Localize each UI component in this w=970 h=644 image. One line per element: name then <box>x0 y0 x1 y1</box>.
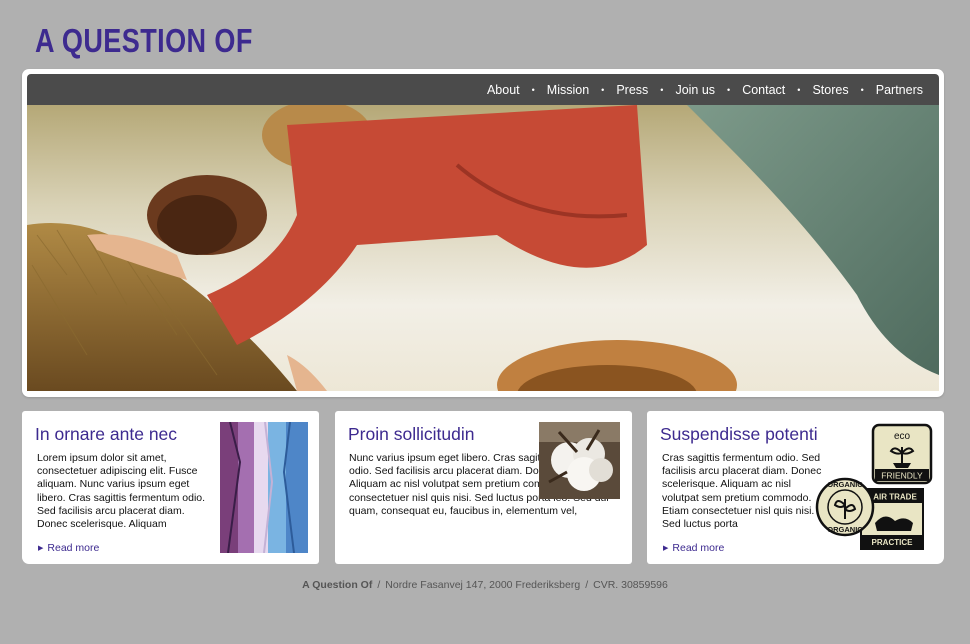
read-more-link[interactable]: ▶ Read more <box>663 542 724 554</box>
cotton-thumbnail <box>539 422 620 499</box>
top-navigation: About • Mission • Press • Join us • Cont… <box>27 74 939 105</box>
footer-separator: / <box>585 579 589 591</box>
certification-badges: eco FRIENDLY AIR TRADE PRACTICE ORGANIC … <box>815 423 933 551</box>
content-card-2: Proin sollicitudin Nunc varius ipsum ege… <box>335 411 632 564</box>
svg-text:ORGANIC: ORGANIC <box>827 480 863 489</box>
read-more-label: Read more <box>47 542 100 554</box>
svg-text:PRACTICE: PRACTICE <box>872 538 914 547</box>
card-body: Lorem ipsum dolor sit amet, consectetuer… <box>37 452 206 531</box>
nav-join-us[interactable]: Join us <box>675 83 715 97</box>
page-footer: A Question Of / Nordre Fasanvej 147, 2000 … <box>0 579 970 591</box>
clothing-thumbnail <box>220 422 308 553</box>
nav-separator: • <box>860 84 864 95</box>
content-card-1: In ornare ante nec Lorem ipsum dolor sit… <box>22 411 319 564</box>
svg-text:eco: eco <box>894 431 911 442</box>
nav-separator: • <box>660 84 664 95</box>
read-more-link[interactable]: ▶ Read more <box>38 542 99 554</box>
site-logo[interactable]: A QUESTION OF <box>35 22 253 60</box>
footer-company: A Question Of <box>302 579 373 591</box>
organic-badge: ORGANIC ORGANIC <box>815 477 875 537</box>
nav-contact[interactable]: Contact <box>742 83 785 97</box>
nav-partners[interactable]: Partners <box>876 83 923 97</box>
bullet-arrow-icon: ▶ <box>663 545 669 552</box>
svg-text:AIR TRADE: AIR TRADE <box>873 493 917 502</box>
nav-separator: • <box>727 84 731 95</box>
eco-friendly-badge: eco FRIENDLY <box>871 423 933 485</box>
footer-separator: / <box>377 579 381 591</box>
bullet-arrow-icon: ▶ <box>38 545 44 552</box>
footer-cvr: CVR. 30859596 <box>593 579 668 591</box>
read-more-label: Read more <box>672 542 725 554</box>
hero-image <box>27 105 939 391</box>
card-body: Cras sagittis fermentum odio. Sed facili… <box>662 452 822 531</box>
main-frame: About • Mission • Press • Join us • Cont… <box>22 69 944 397</box>
nav-separator: • <box>601 84 605 95</box>
content-card-3: Suspendisse potenti Cras sagittis fermen… <box>647 411 944 564</box>
nav-about[interactable]: About <box>487 83 520 97</box>
svg-text:ORGANIC: ORGANIC <box>827 525 863 534</box>
card-title: Proin sollicitudin <box>348 424 475 444</box>
nav-stores[interactable]: Stores <box>812 83 848 97</box>
nav-mission[interactable]: Mission <box>547 83 589 97</box>
card-title: In ornare ante nec <box>35 424 178 444</box>
nav-separator: • <box>531 84 535 95</box>
nav-press[interactable]: Press <box>616 83 648 97</box>
svg-text:FRIENDLY: FRIENDLY <box>881 471 923 481</box>
nav-separator: • <box>797 84 801 95</box>
card-title: Suspendisse potenti <box>660 424 818 444</box>
footer-address: Nordre Fasanvej 147, 2000 Frederiksberg <box>385 579 581 591</box>
